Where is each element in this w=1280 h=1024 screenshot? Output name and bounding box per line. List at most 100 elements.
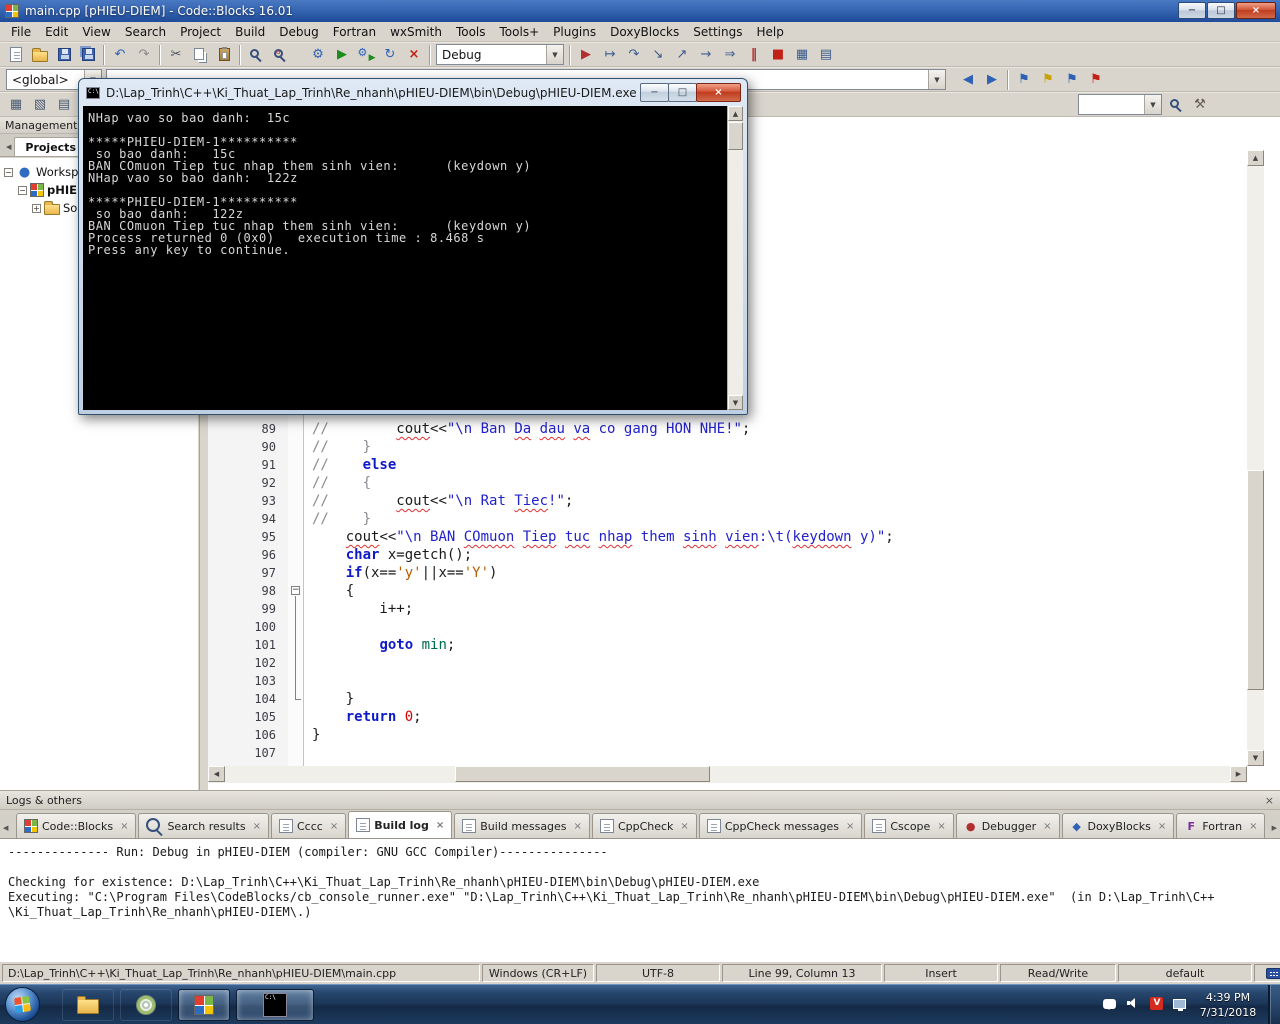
tab-build-messages[interactable]: Build messages× bbox=[454, 813, 590, 838]
rebuild-button[interactable]: ↻ bbox=[378, 43, 402, 66]
open-file-button[interactable] bbox=[28, 43, 52, 66]
tab-doxyblocks[interactable]: ◆DoxyBlocks× bbox=[1062, 813, 1175, 838]
close-tab-icon[interactable]: × bbox=[253, 821, 261, 832]
close-button[interactable]: × bbox=[1236, 2, 1276, 19]
minimize-button[interactable]: − bbox=[1178, 2, 1206, 19]
menu-build[interactable]: Build bbox=[228, 22, 272, 42]
menu-plugins[interactable]: Plugins bbox=[546, 22, 603, 42]
console-scroll-down-icon[interactable]: ▼ bbox=[728, 395, 743, 410]
menu-search[interactable]: Search bbox=[118, 22, 173, 42]
close-logs-icon[interactable]: × bbox=[1265, 794, 1274, 807]
editor-vertical-scrollbar[interactable]: ▲ ▼ bbox=[1247, 150, 1264, 766]
menu-doxyblocks[interactable]: DoxyBlocks bbox=[603, 22, 686, 42]
tab-debugger[interactable]: ●Debugger× bbox=[956, 813, 1060, 838]
step-out-button[interactable]: ↗ bbox=[670, 43, 694, 66]
close-tab-icon[interactable]: × bbox=[1249, 821, 1257, 832]
console-scrollbar[interactable]: ▲ ▼ bbox=[727, 106, 743, 410]
menu-project[interactable]: Project bbox=[173, 22, 228, 42]
build-target-combo[interactable]: Debug▼ bbox=[436, 44, 564, 65]
logs-tabs-scroll-left-icon[interactable]: ◀ bbox=[3, 824, 8, 832]
prev-bookmark-button[interactable]: ⚑ bbox=[1012, 68, 1036, 91]
menu-view[interactable]: View bbox=[75, 22, 117, 42]
taskbar-console-button[interactable] bbox=[236, 989, 314, 1021]
menu-edit[interactable]: Edit bbox=[38, 22, 75, 42]
save-button[interactable] bbox=[52, 43, 76, 66]
menu-settings[interactable]: Settings bbox=[686, 22, 749, 42]
menu-tools-[interactable]: Tools+ bbox=[493, 22, 547, 42]
debugging-windows-button[interactable]: ▦ bbox=[790, 43, 814, 66]
taskbar-codeblocks-button[interactable] bbox=[178, 989, 230, 1021]
build-and-run-button[interactable] bbox=[354, 43, 378, 66]
settings-button[interactable]: ⚒ bbox=[1188, 93, 1212, 116]
menu-file[interactable]: File bbox=[4, 22, 38, 42]
tab-build-log[interactable]: Build log× bbox=[348, 811, 452, 838]
tab-cppcheck-messages[interactable]: CppCheck messages× bbox=[699, 813, 863, 838]
tool-rows-button[interactable]: ▤ bbox=[52, 93, 76, 116]
console-scroll-thumb[interactable] bbox=[728, 122, 743, 150]
next-line-button[interactable]: ↷ bbox=[622, 43, 646, 66]
close-tab-icon[interactable]: × bbox=[436, 820, 444, 831]
stop-debugger-button[interactable]: ■ bbox=[766, 43, 790, 66]
next-bookmark-button[interactable]: ⚑ bbox=[1060, 68, 1084, 91]
taskbar-clock[interactable]: 4:39 PM 7/31/2018 bbox=[1192, 990, 1264, 1020]
expand-icon[interactable]: + bbox=[32, 204, 41, 213]
menu-fortran[interactable]: Fortran bbox=[326, 22, 383, 42]
collapse-icon[interactable]: − bbox=[4, 168, 13, 177]
build-button[interactable]: ⚙ bbox=[306, 43, 330, 66]
tab-codeblocks[interactable]: Code::Blocks× bbox=[16, 813, 136, 838]
scroll-up-icon[interactable]: ▲ bbox=[1247, 150, 1264, 166]
tray-chat-icon[interactable] bbox=[1103, 998, 1116, 1012]
tab-search-results[interactable]: Search results× bbox=[138, 813, 269, 838]
close-tab-icon[interactable]: × bbox=[680, 821, 688, 832]
vertical-scroll-thumb[interactable] bbox=[1247, 470, 1264, 690]
nav-forward-button[interactable]: ▶ bbox=[980, 68, 1004, 91]
tab-cccc[interactable]: Cccc× bbox=[271, 813, 346, 838]
next-instruction-button[interactable]: → bbox=[694, 43, 718, 66]
redo-button[interactable]: ↷ bbox=[132, 43, 156, 66]
replace-button[interactable] bbox=[268, 43, 292, 66]
nav-back-button[interactable]: ◀ bbox=[956, 68, 980, 91]
close-tab-icon[interactable]: × bbox=[1043, 821, 1051, 832]
console-close-button[interactable]: × bbox=[696, 83, 741, 102]
taskbar-explorer-button[interactable] bbox=[62, 989, 114, 1021]
scroll-down-icon[interactable]: ▼ bbox=[1247, 750, 1264, 766]
abort-build-button[interactable]: × bbox=[402, 43, 426, 66]
close-tab-icon[interactable]: × bbox=[846, 821, 854, 832]
editor-horizontal-scrollbar[interactable]: ◀ ▶ bbox=[208, 766, 1247, 783]
undo-button[interactable]: ↶ bbox=[108, 43, 132, 66]
menu-tools[interactable]: Tools bbox=[449, 22, 493, 42]
close-tab-icon[interactable]: × bbox=[574, 821, 582, 832]
scroll-right-icon[interactable]: ▶ bbox=[1230, 766, 1247, 782]
tab-cscope[interactable]: Cscope× bbox=[864, 813, 953, 838]
console-minimize-button[interactable]: − bbox=[640, 83, 669, 102]
tray-volume-icon[interactable] bbox=[1126, 997, 1140, 1012]
tool-grid-button[interactable]: ▦ bbox=[4, 93, 28, 116]
close-tab-icon[interactable]: × bbox=[937, 821, 945, 832]
scroll-left-icon[interactable]: ◀ bbox=[208, 766, 225, 782]
tabs-scroll-left-icon[interactable]: ◀ bbox=[3, 143, 14, 156]
toggle-bookmark-button[interactable]: ⚑ bbox=[1036, 68, 1060, 91]
maximize-button[interactable]: □ bbox=[1207, 2, 1235, 19]
console-scroll-up-icon[interactable]: ▲ bbox=[728, 106, 743, 121]
collapse-icon[interactable]: − bbox=[18, 186, 27, 195]
find-button[interactable] bbox=[244, 43, 268, 66]
tray-network-icon[interactable] bbox=[1173, 998, 1186, 1012]
cut-button[interactable]: ✂ bbox=[164, 43, 188, 66]
fold-collapse-icon[interactable]: − bbox=[291, 586, 300, 595]
copy-button[interactable] bbox=[188, 43, 212, 66]
run-button[interactable]: ▶ bbox=[330, 43, 354, 66]
start-button[interactable] bbox=[5, 987, 40, 1022]
console-maximize-button[interactable]: □ bbox=[668, 83, 697, 102]
step-into-instruction-button[interactable]: ⇒ bbox=[718, 43, 742, 66]
horizontal-scroll-thumb[interactable] bbox=[455, 766, 710, 782]
new-file-button[interactable] bbox=[4, 43, 28, 66]
tab-projects[interactable]: Projects bbox=[14, 137, 87, 156]
run-to-cursor-button[interactable]: ↦ bbox=[598, 43, 622, 66]
debug-continue-button[interactable]: ▶ bbox=[574, 43, 598, 66]
taskbar-media-button[interactable] bbox=[120, 989, 172, 1021]
paste-button[interactable] bbox=[212, 43, 236, 66]
debugger-info-button[interactable]: ▤ bbox=[814, 43, 838, 66]
search-scope-combo[interactable]: ▼ bbox=[1078, 94, 1162, 115]
clear-bookmarks-button[interactable]: ⚑ bbox=[1084, 68, 1108, 91]
tab-cppcheck[interactable]: CppCheck× bbox=[592, 813, 697, 838]
